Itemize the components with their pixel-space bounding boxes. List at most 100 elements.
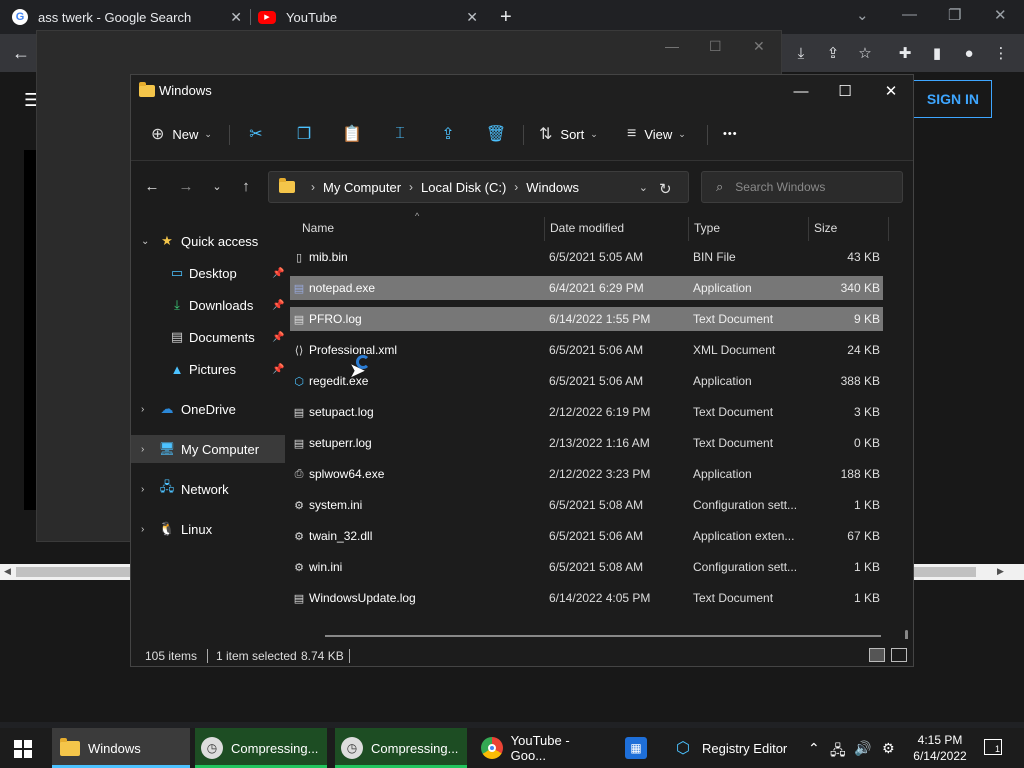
maximize-icon[interactable]: ☐ xyxy=(709,38,722,55)
new-tab-button[interactable]: + xyxy=(500,0,512,34)
column-header-size[interactable]: Size xyxy=(814,217,837,239)
volume-icon[interactable]: 🔊 xyxy=(854,740,871,757)
file-row[interactable]: ▯ mib.bin 6/5/2021 5:05 AM BIN File 43 KB xyxy=(290,245,883,269)
chrome-tab-youtube[interactable]: ▶ YouTube ✕ xyxy=(258,0,478,34)
refresh-icon[interactable]: ↻ xyxy=(659,180,672,198)
pin-icon[interactable]: 📌 xyxy=(272,364,284,375)
file-row[interactable]: ⚙ twain_32.dll 6/5/2021 5:06 AM Application… xyxy=(290,524,883,548)
sign-in-button[interactable]: SIGN IN xyxy=(910,80,992,118)
chevron-right-icon[interactable]: › xyxy=(141,404,144,415)
notification-icon[interactable]: 1 xyxy=(984,739,1002,755)
restore-icon[interactable]: ❐ xyxy=(948,6,961,24)
install-icon[interactable]: ⤓ xyxy=(790,42,812,64)
extensions-icon[interactable]: ✚ xyxy=(894,42,916,64)
show-hidden-icons-icon[interactable]: ⌃ xyxy=(808,740,820,757)
new-button[interactable]: ⊕ New ⌄ xyxy=(151,121,212,147)
more-options-button[interactable]: ••• xyxy=(723,121,738,147)
file-row[interactable]: ⟨⟩ Professional.xml 6/5/2021 5:06 AM XML Do… xyxy=(290,338,883,362)
vertical-scrollbar-thumb[interactable] xyxy=(905,630,908,639)
file-row[interactable]: ⬡ regedit.exe 6/5/2021 5:06 AM Application 3… xyxy=(290,369,883,393)
breadcrumb-local-disk[interactable]: Local Disk (C:) xyxy=(421,180,506,195)
share-icon[interactable]: ⇪ xyxy=(437,123,459,145)
large-icons-view-icon[interactable] xyxy=(891,648,907,662)
pin-icon[interactable]: 📌 xyxy=(272,332,284,343)
forward-arrow-icon[interactable]: → xyxy=(175,175,197,197)
close-icon[interactable]: ✕ xyxy=(871,79,911,103)
details-view-icon[interactable] xyxy=(869,648,885,662)
scroll-right-icon[interactable]: ▶ xyxy=(997,566,1004,577)
delete-icon[interactable]: 🗑 xyxy=(485,123,507,145)
maximize-icon[interactable]: ☐ xyxy=(825,79,865,103)
chevron-right-icon[interactable]: › xyxy=(141,524,144,535)
minimize-icon[interactable]: — xyxy=(665,38,679,54)
windows-start-icon[interactable] xyxy=(14,740,32,758)
minimize-icon[interactable]: — xyxy=(902,6,917,23)
chevron-right-icon[interactable]: › xyxy=(141,484,144,495)
chevron-down-icon[interactable]: ⌄ xyxy=(141,236,149,247)
nav-pictures[interactable]: ▲ Pictures 📌 xyxy=(131,355,285,383)
title-bar[interactable]: Windows — ☐ ✕ xyxy=(131,75,913,107)
column-divider[interactable] xyxy=(544,217,545,241)
file-row[interactable]: ▤ setuperr.log 2/13/2022 1:16 AM Text Docum… xyxy=(290,431,883,455)
taskbar-app-compressing-2[interactable]: ◷ Compressing... xyxy=(335,728,467,768)
chrome-tab-google[interactable]: G ass twerk - Google Search ✕ xyxy=(12,0,242,34)
settings-gear-icon[interactable]: ⚙ xyxy=(882,740,895,757)
breadcrumb-chevron-icon[interactable]: › xyxy=(409,180,413,194)
paste-icon[interactable]: 📋 xyxy=(341,123,363,145)
taskbar-app-pinned[interactable]: ▦ xyxy=(615,728,659,768)
file-row[interactable]: ▤ WindowsUpdate.log 6/14/2022 4:05 PM Text … xyxy=(290,586,883,610)
recent-locations-icon[interactable]: ⌄ xyxy=(206,175,228,197)
nav-network[interactable]: › 🖧 Network xyxy=(131,475,285,503)
nav-linux[interactable]: › 🐧 Linux xyxy=(131,515,285,543)
breadcrumb-chevron-icon[interactable]: › xyxy=(514,180,518,194)
close-icon[interactable]: ✕ xyxy=(753,38,765,55)
chevron-right-icon[interactable]: › xyxy=(141,444,144,455)
close-icon[interactable]: ✕ xyxy=(994,6,1007,24)
file-row[interactable]: ⎙ splwow64.exe 2/12/2022 3:23 PM Applicatio… xyxy=(290,462,883,486)
file-row[interactable]: ⚙ system.ini 6/5/2021 5:08 AM Configuration… xyxy=(290,493,883,517)
close-tab-icon[interactable]: ✕ xyxy=(230,9,242,26)
bookmark-star-icon[interactable]: ☆ xyxy=(854,42,876,64)
sort-button[interactable]: ⇅ Sort ⌄ xyxy=(539,121,598,147)
minimize-icon[interactable]: — xyxy=(781,79,821,103)
clock[interactable]: 4:15 PM 6/14/2022 xyxy=(908,732,972,764)
view-button[interactable]: ≡ View ⌄ xyxy=(627,121,686,147)
close-tab-icon[interactable]: ✕ xyxy=(466,9,478,26)
rename-icon[interactable]: ⌶ xyxy=(389,123,411,145)
file-row[interactable]: ▤ PFRO.log 6/14/2022 1:55 PM Text Document 9… xyxy=(290,307,883,331)
address-bar[interactable]: › My Computer › Local Disk (C:) › Window… xyxy=(268,171,689,203)
scroll-left-icon[interactable]: ◀ xyxy=(4,566,11,577)
column-header-type[interactable]: Type xyxy=(694,217,720,239)
file-row[interactable]: ⚙ win.ini 6/5/2021 5:08 AM Configuration se… xyxy=(290,555,883,579)
nav-quick-access[interactable]: ⌄ ★ Quick access xyxy=(131,227,285,255)
back-arrow-icon[interactable]: ← xyxy=(10,42,32,64)
nav-documents[interactable]: ▤ Documents 📌 xyxy=(131,323,285,351)
copy-icon[interactable]: ❐ xyxy=(293,123,315,145)
file-row[interactable]: ▤ setupact.log 2/12/2022 6:19 PM Text Docum… xyxy=(290,400,883,424)
taskbar-app-chrome[interactable]: YouTube - Goo... xyxy=(475,728,607,768)
menu-dots-icon[interactable]: ⋮ xyxy=(990,42,1012,64)
cut-icon[interactable]: ✂ xyxy=(245,123,267,145)
file-row[interactable]: ▤ notepad.exe 6/4/2021 6:29 PM Application 3… xyxy=(290,276,883,300)
profile-icon[interactable]: ● xyxy=(958,42,980,64)
nav-onedrive[interactable]: › ☁ OneDrive xyxy=(131,395,285,423)
nav-my-computer[interactable]: › 🖥 My Computer xyxy=(131,435,285,463)
breadcrumb-windows[interactable]: Windows xyxy=(526,180,579,195)
taskbar-app-compressing-1[interactable]: ◷ Compressing... xyxy=(195,728,327,768)
chevron-down-icon[interactable]: ⌄ xyxy=(639,181,648,194)
column-header-name[interactable]: Name xyxy=(302,217,334,239)
network-icon[interactable]: 🖧 xyxy=(830,740,846,764)
nav-downloads[interactable]: ⤓ Downloads 📌 xyxy=(131,291,285,319)
column-divider[interactable] xyxy=(888,217,889,241)
search-input[interactable]: ⌕ Search Windows xyxy=(701,171,903,203)
nav-desktop[interactable]: ▭ Desktop 📌 xyxy=(131,259,285,287)
breadcrumb-my-computer[interactable]: My Computer xyxy=(323,180,401,195)
column-header-date[interactable]: Date modified xyxy=(550,217,624,239)
share-icon[interactable]: ⇪ xyxy=(822,42,844,64)
up-arrow-icon[interactable]: ↑ xyxy=(235,175,257,197)
horizontal-scrollbar-thumb[interactable] xyxy=(325,635,881,637)
pin-icon[interactable]: 📌 xyxy=(272,268,284,279)
taskbar-app-registry-editor[interactable]: ⬡ Registry Editor xyxy=(666,728,804,768)
side-panel-icon[interactable]: ▮ xyxy=(926,42,948,64)
pin-icon[interactable]: 📌 xyxy=(272,300,284,311)
